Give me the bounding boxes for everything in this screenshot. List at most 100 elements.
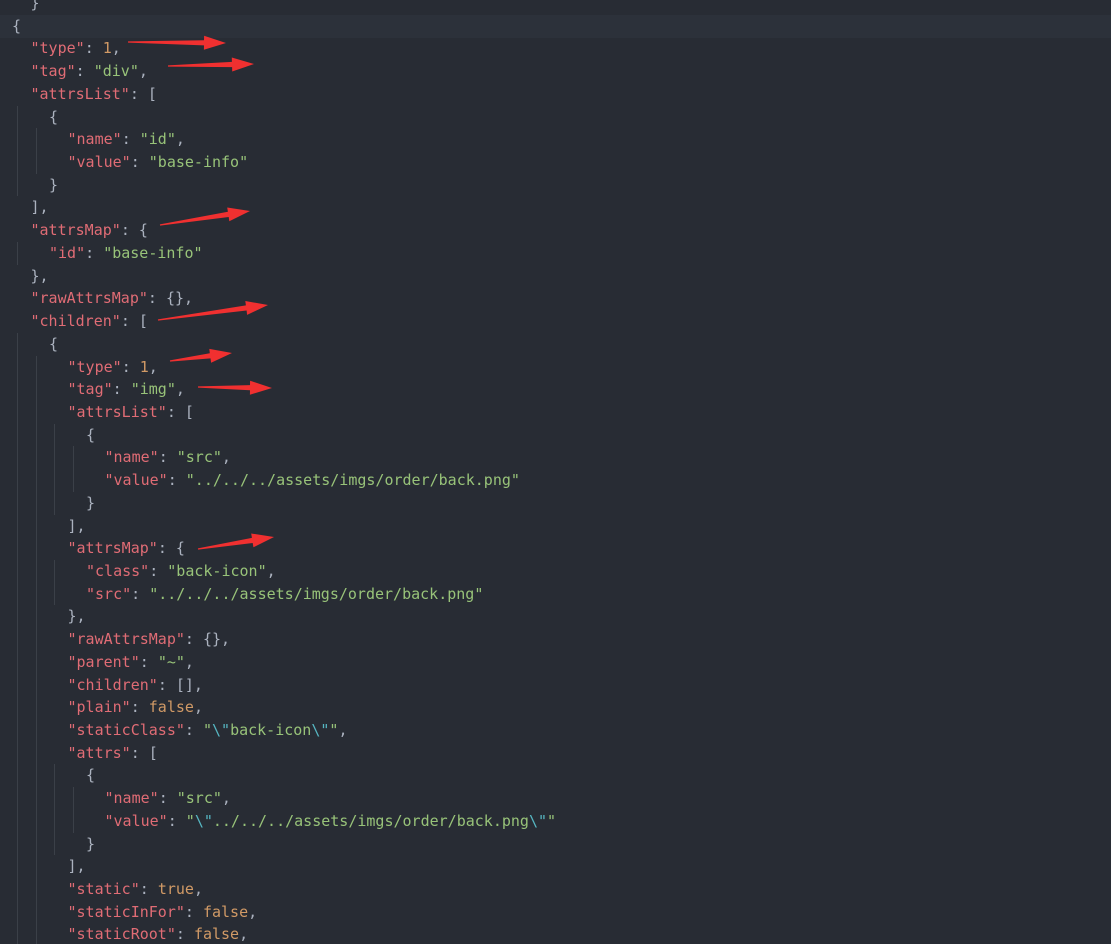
code-line[interactable]: } <box>12 0 556 15</box>
code-token: false <box>148 698 194 717</box>
code-line[interactable]: "tag": "img", <box>12 378 556 401</box>
indent-guide <box>54 809 55 833</box>
code-line[interactable]: "value": "../../../assets/imgs/order/bac… <box>12 469 556 492</box>
code-token: "src" <box>86 584 132 603</box>
code-line[interactable]: "src": "../../../assets/imgs/order/back.… <box>12 582 556 606</box>
indent-guide <box>17 923 18 944</box>
indent-guide <box>17 469 18 492</box>
indent-guide <box>35 355 37 379</box>
code-line[interactable]: "attrs": [ <box>12 741 556 765</box>
code-line[interactable]: "staticClass": "\"back-icon\"", <box>12 719 556 742</box>
indent-guide <box>17 787 18 810</box>
code-token: , <box>248 902 258 921</box>
indent-guide <box>17 173 18 197</box>
json-code-block[interactable]: }{"type": 1, "tag": "div", "attrsList": [{… <box>12 0 556 944</box>
code-line-content: } <box>12 174 58 197</box>
code-token: true <box>157 880 194 899</box>
code-token: ../../../assets/imgs/order/back.png <box>212 811 529 830</box>
indent-guide <box>35 764 37 788</box>
code-token: false <box>193 925 240 944</box>
indent-guide <box>35 923 37 944</box>
code-token: } <box>86 493 96 512</box>
indent-guide <box>35 423 37 447</box>
code-line[interactable]: ], <box>12 855 556 879</box>
code-line[interactable]: "class": "back-icon", <box>12 559 556 583</box>
code-line[interactable]: "staticInFor": false, <box>12 900 556 924</box>
code-token: "staticInFor" <box>67 902 185 921</box>
code-line[interactable]: "static": true, <box>12 878 556 901</box>
indent-guide <box>35 559 37 583</box>
indent-guide <box>35 878 37 901</box>
code-line[interactable]: "attrsList": [ <box>12 400 556 424</box>
indent-guide <box>54 787 55 810</box>
code-line[interactable]: "tag": "div", <box>12 60 556 83</box>
code-token: : {}, <box>147 289 194 308</box>
code-token: , <box>184 652 194 671</box>
code-line[interactable]: "attrsMap": { <box>12 219 556 242</box>
code-line-content: "children": [ <box>12 310 148 333</box>
indent-guide <box>35 151 37 174</box>
indent-guide <box>17 332 18 356</box>
code-line[interactable]: { <box>12 105 556 129</box>
code-token: ], <box>30 198 49 217</box>
indent-guide <box>17 491 18 515</box>
indent-guide <box>35 446 37 470</box>
code-line-content: ], <box>12 515 86 538</box>
code-line[interactable]: ], <box>12 196 556 219</box>
indent-guide <box>35 696 37 719</box>
code-token: : <box>167 471 186 490</box>
code-line[interactable]: "id": "base-info" <box>12 241 556 265</box>
code-line[interactable]: { <box>12 423 556 447</box>
indent-guide <box>54 423 55 447</box>
code-token: , <box>111 39 121 58</box>
code-token: : <box>139 652 158 671</box>
code-line[interactable]: } <box>12 832 556 856</box>
code-token: \" <box>194 811 213 830</box>
code-line[interactable]: "staticRoot": false, <box>12 923 556 944</box>
code-line[interactable]: "type": 1, <box>12 355 556 379</box>
code-line[interactable]: "name": "src", <box>12 787 556 810</box>
code-line[interactable]: "children": [ <box>12 310 556 333</box>
code-line[interactable]: "value": "\"../../../assets/imgs/order/b… <box>12 809 556 833</box>
code-token: : <box>158 789 177 808</box>
code-token: { <box>12 16 22 35</box>
code-token: "value" <box>104 811 168 830</box>
code-token: { <box>49 334 59 353</box>
code-line[interactable]: }, <box>12 605 556 629</box>
code-line[interactable]: "children": [], <box>12 673 556 697</box>
code-line[interactable]: } <box>12 173 556 197</box>
code-token: "img" <box>130 380 176 399</box>
code-token: "type" <box>67 357 122 376</box>
code-line[interactable]: "attrsMap": { <box>12 537 556 560</box>
indent-guide <box>17 514 18 538</box>
code-token: : { <box>157 539 185 558</box>
code-token: "src" <box>176 789 222 808</box>
code-line[interactable]: "rawAttrsMap": {}, <box>12 287 556 310</box>
code-line[interactable]: "name": "id", <box>12 128 556 152</box>
code-line[interactable]: { <box>12 764 556 788</box>
code-line[interactable]: "value": "base-info" <box>12 151 556 174</box>
code-line[interactable]: { <box>12 332 556 356</box>
code-line[interactable]: "type": 1, <box>12 37 556 60</box>
code-editor[interactable]: }{"type": 1, "tag": "div", "attrsList": [{… <box>0 0 1111 944</box>
code-line[interactable]: "name": "src", <box>12 446 556 470</box>
code-line[interactable]: "rawAttrsMap": {}, <box>12 628 556 651</box>
code-line[interactable]: "plain": false, <box>12 696 556 719</box>
code-line-content: }, <box>12 605 86 628</box>
indent-guide <box>17 605 18 629</box>
code-token: , <box>221 448 231 467</box>
code-line[interactable]: } <box>12 491 556 515</box>
indent-guide <box>35 378 37 401</box>
code-token: "plain" <box>67 698 131 717</box>
indent-guide <box>54 559 55 583</box>
code-token: : <box>184 721 203 739</box>
code-line[interactable]: "parent": "~", <box>12 650 556 674</box>
code-line-content: "value": "base-info" <box>12 151 249 174</box>
indent-guide <box>35 832 37 856</box>
code-token: "name" <box>67 130 122 149</box>
code-line[interactable]: { <box>12 15 556 38</box>
code-line[interactable]: }, <box>12 265 556 288</box>
code-line[interactable]: "attrsList": [ <box>12 83 556 106</box>
indent-guide <box>17 855 18 879</box>
code-line[interactable]: ], <box>12 514 556 538</box>
